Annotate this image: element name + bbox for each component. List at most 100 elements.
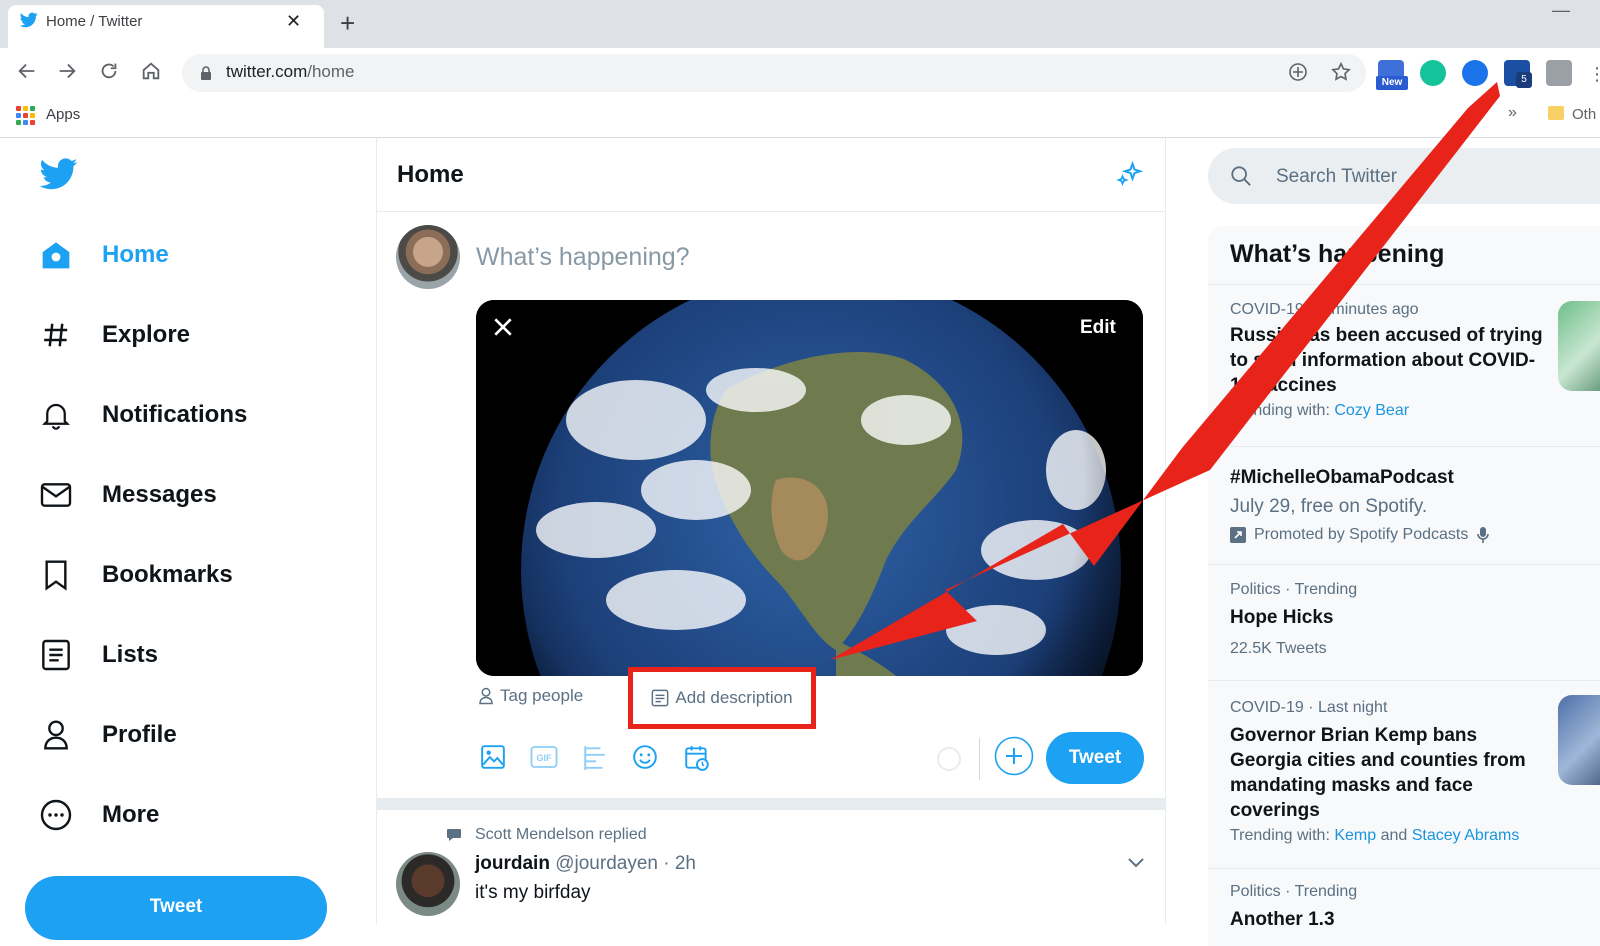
tag-people-label: Tag people	[500, 686, 584, 705]
tweet-author-handle[interactable]: @jourdayen · 2h	[555, 853, 696, 874]
image-icon[interactable]	[480, 744, 506, 770]
tag-people-button[interactable]: Tag people	[478, 686, 583, 706]
trend-sub: 22.5K Tweets	[1230, 640, 1327, 657]
trend-title: Russia has been accused of trying to ste…	[1230, 325, 1543, 396]
trend-sub: Trending with: Kemp and Stacey Abrams	[1230, 827, 1520, 844]
description-icon	[652, 689, 669, 707]
chevron-down-icon[interactable]	[1128, 858, 1144, 868]
chart-extension-icon[interactable]	[1546, 60, 1572, 86]
news-extension-icon[interactable]: New	[1376, 60, 1408, 90]
add-description-button[interactable]: Add description	[628, 667, 816, 729]
lock-icon[interactable]	[200, 66, 212, 80]
twitter-logo-icon[interactable]	[40, 158, 78, 190]
emoji-icon[interactable]	[632, 744, 658, 770]
new-tab-icon[interactable]: +	[340, 10, 355, 36]
promoted-line: Promoted by Spotify Podcasts	[1230, 526, 1586, 544]
character-count-ring	[936, 746, 962, 772]
nav-bookmarks[interactable]: Bookmarks	[36, 550, 233, 600]
reload-icon[interactable]	[98, 60, 120, 82]
nav-explore[interactable]: Explore	[36, 310, 190, 360]
folder-icon	[1548, 106, 1564, 120]
url-text: twitter.com/home	[226, 62, 355, 81]
nav-more-label: More	[102, 801, 160, 828]
attached-media-image	[476, 300, 1143, 676]
tweet-author-avatar[interactable]	[396, 852, 460, 916]
trend-sub: July 29, free on Spotify.	[1230, 496, 1428, 517]
schedule-icon[interactable]	[684, 744, 710, 772]
nav-messages-label: Messages	[102, 481, 217, 508]
install-app-icon[interactable]	[1288, 62, 1308, 82]
bookmark-star-icon[interactable]	[1330, 61, 1352, 83]
trend-item[interactable]: #MichelleObamaPodcast July 29, free on S…	[1208, 446, 1600, 564]
search-input[interactable]	[1208, 148, 1600, 204]
compose-input[interactable]: What’s happening?	[476, 243, 690, 272]
nav-messages[interactable]: Messages	[36, 470, 217, 520]
promoted-icon	[1230, 527, 1246, 543]
address-bar[interactable]	[182, 54, 1366, 92]
microphone-icon	[1477, 527, 1490, 543]
person-icon	[36, 715, 76, 755]
bookmarks-overflow[interactable]: »	[1508, 104, 1517, 122]
nav-home[interactable]: Home	[36, 230, 169, 280]
trends-title: What’s happening	[1230, 240, 1445, 268]
grammarly-extension-icon[interactable]	[1420, 60, 1446, 86]
apps-grid-icon[interactable]	[16, 106, 35, 125]
edit-media-button[interactable]: Edit	[1080, 317, 1116, 339]
trend-title: Governor Brian Kemp bans Georgia cities …	[1230, 725, 1526, 821]
list-icon	[36, 635, 76, 675]
tweet-button[interactable]: Tweet	[1046, 732, 1144, 784]
envelope-icon	[36, 475, 76, 515]
remove-media-icon[interactable]	[492, 316, 514, 338]
home-icon	[36, 235, 76, 275]
search-extension-icon[interactable]	[1462, 60, 1488, 86]
tweet-author-name[interactable]: jourdain	[475, 853, 550, 874]
nav-lists-label: Lists	[102, 641, 159, 668]
nav-notifications-label: Notifications	[102, 401, 248, 428]
timeline-separator	[377, 798, 1165, 810]
reply-bubble-icon	[446, 828, 462, 842]
trend-title: Another 1.3	[1230, 909, 1335, 930]
trend-link[interactable]: Stacey Abrams	[1412, 827, 1520, 844]
user-avatar[interactable]	[396, 225, 460, 289]
tag-person-icon	[479, 687, 493, 705]
trend-meta: Politics · Trending	[1230, 883, 1358, 900]
nav-lists[interactable]: Lists	[36, 630, 158, 680]
other-bookmarks[interactable]: Oth	[1572, 106, 1596, 123]
poll-icon[interactable]	[582, 744, 608, 770]
tab-title: Home / Twitter	[46, 13, 143, 30]
sidebar-tweet-button[interactable]: Tweet	[25, 876, 327, 940]
trend-thumbnail	[1558, 695, 1600, 785]
apps-bookmark[interactable]: Apps	[46, 106, 80, 123]
browser-menu-icon[interactable]: ⋮	[1588, 64, 1600, 85]
trend-link[interactable]: Kemp	[1334, 827, 1376, 844]
trend-link[interactable]: Cozy Bear	[1334, 402, 1409, 419]
trend-item[interactable]: COVID-19 · 8 minutes ago Russia has been…	[1208, 284, 1600, 446]
trend-meta: COVID-19 · 8 minutes ago	[1230, 301, 1419, 318]
tab-close-icon[interactable]: ✕	[286, 11, 301, 31]
forward-icon[interactable]	[56, 60, 78, 82]
add-thread-icon[interactable]	[994, 736, 1034, 776]
nav-more[interactable]: More	[36, 790, 159, 840]
gif-icon[interactable]: GIF	[530, 744, 558, 770]
reply-context: Scott Mendelson replied	[475, 826, 647, 843]
trend-item[interactable]: Politics · Trending Hope Hicks 22.5K Twe…	[1208, 564, 1600, 680]
toolbar-divider	[979, 738, 980, 780]
page-title: Home	[397, 161, 464, 188]
trend-title: #MichelleObamaPodcast	[1230, 467, 1454, 488]
trend-meta: COVID-19 · Last night	[1230, 699, 1388, 716]
nav-notifications[interactable]: Notifications	[36, 390, 247, 440]
nav-explore-label: Explore	[102, 321, 191, 348]
window-minimize-icon[interactable]: —	[1552, 0, 1570, 21]
trend-thumbnail	[1558, 301, 1600, 391]
home-browser-icon[interactable]	[140, 60, 162, 82]
add-description-label: Add description	[675, 688, 793, 707]
back-icon[interactable]	[16, 60, 38, 82]
nav-home-label: Home	[102, 241, 169, 268]
nav-bookmarks-label: Bookmarks	[102, 561, 233, 588]
bookmarks-bar	[0, 96, 1600, 138]
top-tweets-sparkle-icon[interactable]	[1115, 160, 1145, 190]
trend-item[interactable]: COVID-19 · Last night Governor Brian Kem…	[1208, 680, 1600, 868]
trend-item[interactable]: Politics · Trending Another 1.3	[1208, 868, 1600, 930]
nav-profile[interactable]: Profile	[36, 710, 177, 760]
extension-icon[interactable]: 5	[1504, 60, 1532, 88]
